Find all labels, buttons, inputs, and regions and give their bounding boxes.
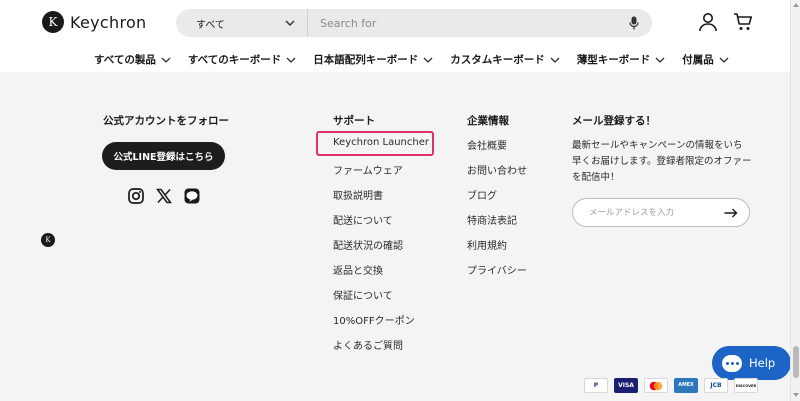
nav-label: 付属品 <box>682 54 714 66</box>
chevron-down-icon <box>655 57 665 63</box>
newsletter-submit-button[interactable] <box>713 208 749 218</box>
paypal-icon: P <box>584 378 608 393</box>
chevron-down-icon <box>161 57 171 63</box>
logo[interactable]: K Keychron <box>42 11 147 33</box>
scrollbar-thumb[interactable] <box>793 346 799 378</box>
search-category-select[interactable]: すべて <box>176 9 308 37</box>
support-link-tracking[interactable]: 配送状況の確認 <box>333 237 403 252</box>
nav-item-low-profile[interactable]: 薄型キーボード <box>577 52 666 67</box>
nav-item-custom-keyboards[interactable]: カスタムキーボード <box>450 52 560 67</box>
scroll-down-icon[interactable] <box>793 393 799 397</box>
scroll-up-icon[interactable] <box>793 3 799 7</box>
chevron-down-icon <box>285 20 295 26</box>
user-icon <box>699 13 717 32</box>
nav-item-all-keyboards[interactable]: すべてのキーボード <box>188 52 296 67</box>
nav-label: すべての製品 <box>94 54 156 66</box>
company-link-terms[interactable]: 利用規約 <box>467 237 507 252</box>
logo-icon: K <box>42 11 64 33</box>
search-category-label: すべて <box>196 19 225 31</box>
company-title: 企業情報 <box>467 115 509 127</box>
support-link-coupon[interactable]: 10%OFFクーポン <box>333 312 415 327</box>
nav-item-accessories[interactable]: 付属品 <box>682 52 729 67</box>
help-chat-button[interactable]: Help <box>712 346 791 380</box>
discover-icon: DISCOVER <box>734 378 758 393</box>
nav-label: 薄型キーボード <box>576 54 651 66</box>
brand-icon: K <box>41 233 55 247</box>
page-scrollbar[interactable] <box>790 0 800 401</box>
support-link-firmware[interactable]: ファームウェア <box>333 162 403 177</box>
main-nav: すべての製品 すべてのキーボード 日本語配列キーボード カスタムキーボード 薄型… <box>94 52 729 67</box>
support-title: サポート <box>333 115 375 127</box>
microphone-icon <box>629 16 639 30</box>
company-link-blog[interactable]: ブログ <box>467 187 497 202</box>
newsletter-title: メール登録する！ <box>572 115 656 127</box>
support-link-launcher[interactable]: Keychron Launcher <box>333 137 429 148</box>
chevron-down-icon <box>286 57 296 63</box>
search-bar: すべて <box>176 9 652 37</box>
follow-title: 公式アカウントをフォロー <box>103 115 229 127</box>
newsletter-description: 最新セールやキャンペーンの情報をいち早くお届けします。登録者限定のオファーを配信… <box>572 140 752 183</box>
nav-item-jis-keyboards[interactable]: 日本語配列キーボード <box>313 52 433 67</box>
email-field[interactable] <box>573 207 713 218</box>
jcb-icon: JCB <box>704 378 728 393</box>
payment-methods: P VISA AMEX JCB DISCOVER <box>584 378 758 393</box>
support-link-warranty[interactable]: 保証について <box>333 287 393 302</box>
nav-label: すべてのキーボード <box>187 54 282 66</box>
support-link-manual[interactable]: 取扱説明書 <box>333 187 383 202</box>
x-link[interactable] <box>156 188 172 208</box>
arrow-right-icon <box>724 208 738 217</box>
cart-icon <box>734 13 752 30</box>
x-icon <box>156 188 172 204</box>
search-input[interactable] <box>308 9 616 37</box>
chevron-down-icon <box>719 57 729 63</box>
account-button[interactable] <box>698 12 718 36</box>
chevron-down-icon <box>423 57 433 63</box>
chat-bubble-icon <box>722 354 742 372</box>
company-link-privacy[interactable]: プライバシー <box>467 262 527 277</box>
chevron-down-icon <box>550 57 560 63</box>
nav-label: カスタムキーボード <box>450 54 545 66</box>
line-register-button[interactable]: 公式LINE登録はこちら <box>102 142 225 170</box>
instagram-icon <box>128 188 144 204</box>
amex-icon: AMEX <box>674 378 698 393</box>
line-link[interactable] <box>184 188 200 208</box>
nav-item-all-products[interactable]: すべての製品 <box>94 52 171 67</box>
support-link-returns[interactable]: 返品と交換 <box>333 262 383 277</box>
visa-icon: VISA <box>614 378 638 393</box>
company-link-contact[interactable]: お問い合わせ <box>467 162 527 177</box>
help-label: Help <box>749 356 776 370</box>
company-link-legal[interactable]: 特商法表記 <box>467 212 517 227</box>
support-link-shipping[interactable]: 配送について <box>333 212 393 227</box>
newsletter-form <box>572 198 750 227</box>
instagram-link[interactable] <box>128 188 144 208</box>
support-link-faq[interactable]: よくあるご質問 <box>333 337 403 352</box>
company-link-about[interactable]: 会社概要 <box>467 137 507 152</box>
nav-label: 日本語配列キーボード <box>313 54 419 66</box>
mastercard-icon <box>644 378 668 393</box>
line-icon <box>184 188 200 204</box>
site-header: K Keychron すべて すべての製品 すべてのキーボード 日本語配列キーボ… <box>0 0 790 72</box>
cart-button[interactable] <box>733 12 753 36</box>
voice-search-button[interactable] <box>616 16 652 30</box>
logo-text: Keychron <box>70 12 147 32</box>
